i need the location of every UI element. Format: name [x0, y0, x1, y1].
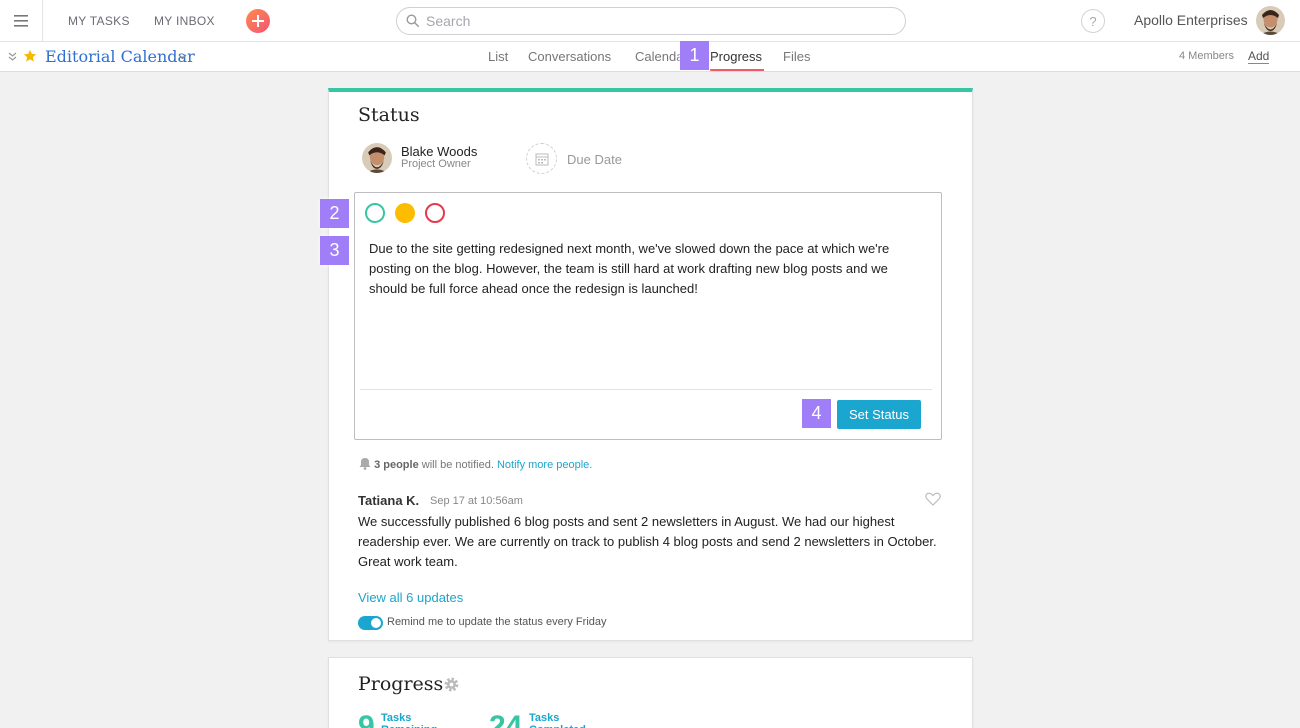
set-status-button[interactable]: Set Status [837, 400, 921, 429]
status-card: Status Blake Woods Project Owner Due Dat… [328, 88, 973, 641]
project-header: Editorial Calendar List Conversations Ca… [0, 42, 1300, 72]
bell-icon [359, 458, 371, 470]
due-date-button[interactable] [526, 143, 557, 174]
star-icon[interactable] [23, 49, 37, 63]
annotation-badge-1: 1 [680, 41, 709, 70]
tasks-completed-label: Tasks Completed [529, 712, 586, 728]
owner-role: Project Owner [401, 158, 471, 170]
user-avatar[interactable] [1256, 6, 1285, 35]
status-green-option[interactable] [365, 203, 385, 223]
status-text-area[interactable]: Due to the site getting redesigned next … [369, 239, 919, 299]
update-author[interactable]: Tatiana K. [358, 493, 419, 508]
annotation-badge-3: 3 [320, 236, 349, 265]
organization-name[interactable]: Apollo Enterprises [1134, 12, 1248, 28]
tab-conversations[interactable]: Conversations [528, 49, 611, 64]
owner-avatar[interactable] [362, 143, 392, 173]
annotation-badge-2: 2 [320, 199, 349, 228]
update-timestamp: Sep 17 at 10:56am [430, 495, 523, 507]
gear-icon[interactable] [443, 676, 460, 693]
notify-text: will be notified. [421, 459, 494, 471]
my-tasks-link[interactable]: MY TASKS [68, 14, 130, 28]
calendar-icon [535, 153, 548, 165]
notify-count: 3 people [374, 459, 419, 471]
annotation-badge-4: 4 [802, 399, 831, 428]
tab-progress[interactable]: Progress [710, 49, 762, 64]
heart-icon[interactable] [925, 492, 941, 506]
editor-divider [360, 389, 932, 390]
project-title[interactable]: Editorial Calendar [45, 47, 195, 66]
help-button[interactable]: ? [1081, 9, 1105, 33]
progress-card: Progress 9 Tasks Remaining 24 Tasks Comp… [328, 657, 973, 728]
collapse-chevron-icon[interactable] [8, 52, 17, 61]
status-yellow-option[interactable] [395, 203, 415, 223]
due-date-label[interactable]: Due Date [567, 152, 622, 167]
search-bar[interactable] [396, 7, 906, 35]
tasks-remaining-count: 9 [358, 710, 375, 728]
add-member-link[interactable]: Add [1248, 49, 1270, 64]
hamburger-icon [14, 15, 28, 27]
tasks-remaining-label: Tasks Remaining [381, 712, 437, 728]
view-all-updates-link[interactable]: View all 6 updates [358, 590, 463, 605]
quick-add-button[interactable] [246, 9, 270, 33]
status-title: Status [358, 104, 420, 126]
members-count[interactable]: 4 Members [1179, 50, 1234, 62]
tab-list[interactable]: List [488, 49, 508, 64]
chevron-down-icon[interactable] [178, 54, 187, 60]
remind-label: Remind me to update the status every Fri… [387, 616, 607, 628]
top-bar: MY TASKS MY INBOX ? Apollo Enterprises [0, 0, 1300, 42]
remind-toggle[interactable] [358, 616, 383, 630]
owner-name[interactable]: Blake Woods [401, 144, 477, 159]
progress-title: Progress [358, 673, 444, 695]
status-red-option[interactable] [425, 203, 445, 223]
active-tab-indicator [710, 69, 764, 71]
update-text: We successfully published 6 blog posts a… [358, 514, 937, 569]
plus-icon [252, 15, 264, 27]
status-editor[interactable]: Due to the site getting redesigned next … [354, 192, 942, 440]
search-input[interactable] [426, 12, 886, 30]
notify-more-link[interactable]: Notify more people. [497, 459, 592, 471]
notify-line: 3 people will be notified. Notify more p… [359, 457, 592, 471]
my-inbox-link[interactable]: MY INBOX [154, 14, 215, 28]
menu-button[interactable] [0, 0, 43, 42]
search-icon [406, 14, 420, 28]
tasks-completed-count: 24 [489, 710, 523, 728]
tab-files[interactable]: Files [783, 49, 810, 64]
